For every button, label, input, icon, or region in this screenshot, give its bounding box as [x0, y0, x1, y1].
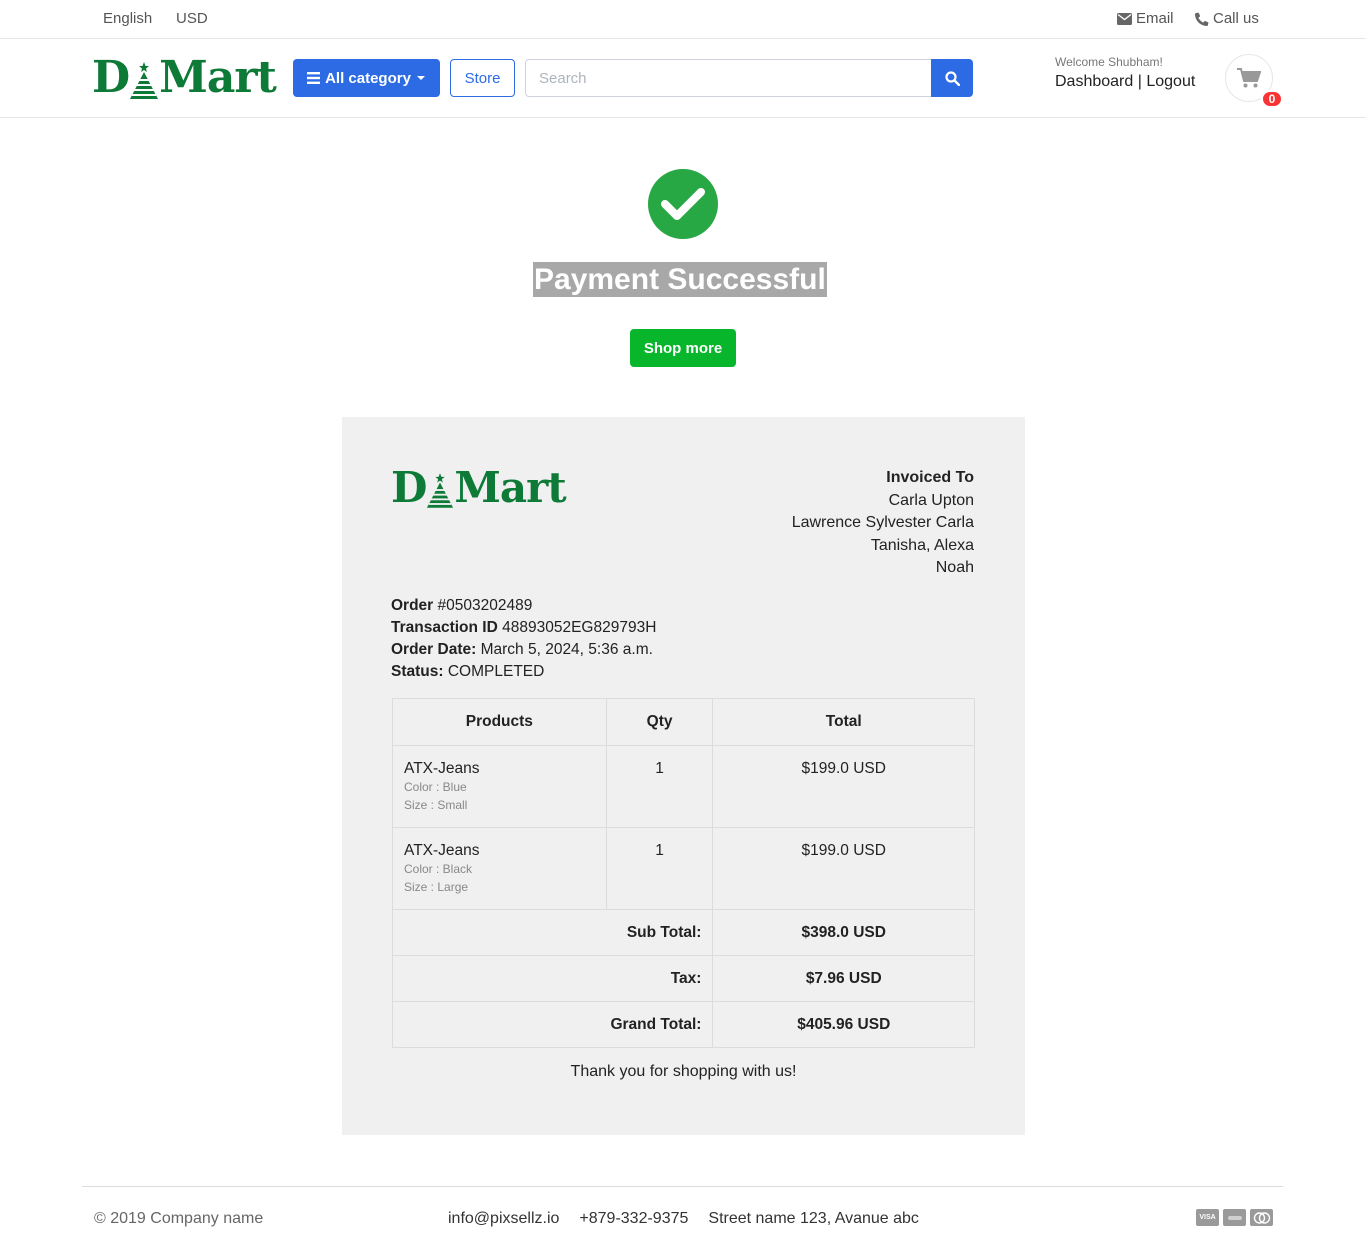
address-line: Noah: [935, 559, 974, 576]
footer-address: Street name 123, Avanue abc: [708, 1210, 919, 1227]
invoice-logo: D Mart: [391, 463, 567, 512]
logo-text-left: D: [92, 52, 130, 103]
call-label: Call us: [1213, 10, 1259, 27]
invoiced-to-block: Invoiced To Carla Upton Lawrence Sylvest…: [792, 467, 974, 580]
table-row: ATX-Jeans Color : Blue Size : Small 1 $1…: [392, 745, 975, 828]
status-value: COMPLETED: [447, 663, 545, 680]
product-color: Color : Blue: [404, 780, 467, 794]
subtotal-label: Sub Total:: [391, 909, 714, 956]
top-bar: English USD Email Call us: [0, 0, 1366, 39]
all-category-button[interactable]: All category: [293, 59, 440, 97]
footer-phone[interactable]: +879-332-9375: [579, 1210, 688, 1228]
search-icon: [944, 70, 960, 86]
column-header-products: Products: [392, 698, 607, 746]
grand-total-row: Grand Total: $405.96 USD: [391, 1001, 975, 1048]
order-date: March 5, 2024, 5:36 a.m.: [480, 641, 653, 658]
transaction-label: Transaction ID: [391, 619, 498, 636]
product-cell: ATX-Jeans Color : Blue Size : Small: [392, 745, 607, 828]
main-header: D Mart All category Store Welcome Shubha…: [0, 39, 1366, 118]
phone-icon: [1195, 12, 1209, 26]
order-label: Order: [391, 597, 434, 614]
all-category-label: All category: [325, 69, 411, 87]
subtotal-value: $398.0 USD: [712, 909, 975, 956]
bars-icon: [307, 72, 321, 84]
footer-contact: info@pixsellz.io +879-332-9375 Street na…: [448, 1210, 919, 1228]
invoice-logo-text-left: D: [391, 463, 427, 512]
currency-selector[interactable]: USD: [176, 10, 208, 27]
caret-down-icon: [416, 76, 425, 80]
product-color: Color : Black: [404, 862, 473, 876]
order-date-row: Order Date: March 5, 2024, 5:36 a.m.: [391, 639, 656, 661]
tax-value: $7.96 USD: [712, 955, 975, 1002]
status-label: Status:: [391, 663, 444, 680]
tax-row: Tax: $7.96 USD: [391, 955, 975, 1002]
search-input[interactable]: [525, 59, 932, 97]
product-cell: ATX-Jeans Color : Black Size : Large: [392, 827, 607, 910]
total-cell: $199.0 USD: [712, 827, 975, 910]
thank-you-message: Thank you for shopping with us!: [570, 1063, 797, 1080]
invoice-card: D Mart Invoiced To Carla Upton Lawrence …: [342, 417, 1025, 1135]
table-row: ATX-Jeans Color : Black Size : Large 1 $…: [392, 827, 975, 910]
grand-total-value: $405.96 USD: [712, 1001, 975, 1048]
email-link[interactable]: Email: [1117, 10, 1174, 27]
account-links: Dashboard | Logout: [1055, 73, 1195, 91]
address-line: Carla Upton: [888, 491, 974, 509]
call-link[interactable]: Call us: [1195, 10, 1259, 27]
order-number: #0503202489: [437, 597, 533, 614]
order-number-row: Order #0503202489: [391, 595, 656, 617]
mastercard-icon: [1250, 1209, 1273, 1226]
invoice-logo-text-right: Mart: [454, 463, 566, 512]
shopping-cart-icon: [1237, 68, 1261, 88]
total-cell: $199.0 USD: [712, 745, 975, 828]
shop-more-button[interactable]: Shop more: [630, 329, 736, 367]
column-header-total: Total: [712, 698, 975, 746]
order-info: Order #0503202489 Transaction ID 4889305…: [391, 595, 656, 683]
product-name: ATX-Jeans: [404, 842, 480, 859]
qty-cell: 1: [605, 827, 714, 910]
table-header-row: Products Qty Total: [392, 698, 975, 746]
tax-label: Tax:: [391, 955, 714, 1002]
payment-icons: VISA: [1196, 1209, 1273, 1226]
store-button[interactable]: Store: [450, 59, 515, 97]
link-separator: |: [1137, 73, 1142, 90]
visa-icon: VISA: [1196, 1209, 1219, 1226]
product-name: ATX-Jeans: [404, 760, 480, 777]
welcome-text: Welcome Shubham!: [1055, 55, 1163, 69]
invoiced-to-label: Invoiced To: [886, 469, 974, 486]
search-button[interactable]: [931, 59, 973, 97]
copyright-text: © 2019 Company name: [94, 1210, 264, 1227]
transaction-id: 48893052EG829793H: [502, 619, 657, 636]
grand-total-label: Grand Total:: [391, 1001, 714, 1048]
column-header-qty: Qty: [605, 698, 714, 746]
transaction-row: Transaction ID 48893052EG829793H: [391, 617, 656, 639]
email-label: Email: [1136, 10, 1174, 27]
envelope-icon: [1117, 12, 1132, 25]
payment-success-title: Payment Successful: [533, 262, 827, 297]
address-line: Lawrence Sylvester Carla: [791, 514, 974, 531]
logo-text-right: Mart: [159, 52, 277, 103]
logo-tree-icon: [427, 473, 454, 508]
logout-link[interactable]: Logout: [1146, 73, 1195, 90]
language-selector[interactable]: English: [103, 10, 152, 27]
paypal-icon: [1223, 1209, 1246, 1226]
order-items-table: Products Qty Total ATX-Jeans Color : Blu…: [391, 698, 975, 1048]
logo-tree-icon: [130, 62, 159, 99]
dashboard-link[interactable]: Dashboard: [1055, 73, 1133, 90]
subtotal-row: Sub Total: $398.0 USD: [391, 909, 975, 956]
status-row: Status: COMPLETED: [391, 661, 656, 683]
dmart-logo[interactable]: D Mart: [92, 52, 277, 103]
footer-email[interactable]: info@pixsellz.io: [448, 1210, 559, 1228]
qty-cell: 1: [605, 745, 714, 828]
product-size: Size : Large: [404, 880, 469, 894]
footer: © 2019 Company name info@pixsellz.io +87…: [82, 1186, 1283, 1251]
cart-count-badge: 0: [1261, 90, 1283, 108]
product-size: Size : Small: [404, 798, 468, 812]
order-date-label: Order Date:: [391, 641, 477, 658]
check-circle-icon: [648, 169, 718, 239]
address-line: Tanisha, Alexa: [870, 536, 974, 554]
